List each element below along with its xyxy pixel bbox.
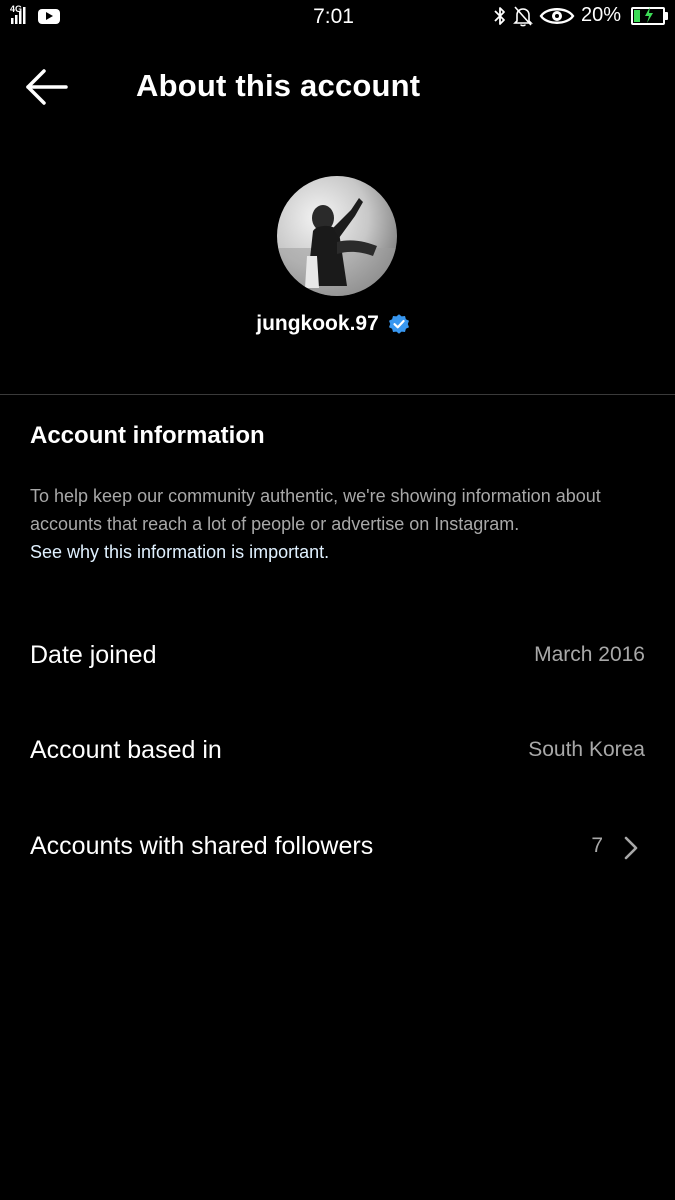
section-title: Account information [30,422,265,449]
date-joined-label: Date joined [30,641,157,669]
section-divider [0,394,675,395]
date-joined-row: Date joined March 2016 [0,627,675,687]
back-button[interactable] [22,64,82,112]
chevron-right-icon [624,836,638,860]
status-bar-right: 20% [493,4,668,27]
shared-followers-label: Accounts with shared followers [30,832,374,860]
section-description: To help keep our community authentic, we… [30,486,601,534]
avatar [277,176,397,296]
username-row: jungkook.97 [0,312,675,336]
bluetooth-icon [494,6,505,25]
app-header: About this account [0,52,675,122]
username: jungkook.97 [256,312,379,335]
status-bar: 4G 7:01 20% [0,0,675,34]
account-based-in-value: South Korea [528,738,645,761]
date-joined-value: March 2016 [534,643,645,666]
back-arrow-icon [26,69,68,105]
battery-charging-icon [631,6,668,25]
account-based-in-row: Account based in South Korea [0,722,675,782]
muted-bell-icon [513,5,533,26]
account-based-in-label: Account based in [30,736,222,764]
learn-more-link[interactable]: See why this information is important. [30,538,329,566]
eye-icon [539,7,575,24]
verified-badge-icon [388,314,409,334]
shared-followers-count: 7 [591,834,603,857]
battery-percent: 20% [580,4,621,26]
page-title: About this account [136,68,421,103]
shared-followers-row[interactable]: Accounts with shared followers 7 [0,818,675,878]
